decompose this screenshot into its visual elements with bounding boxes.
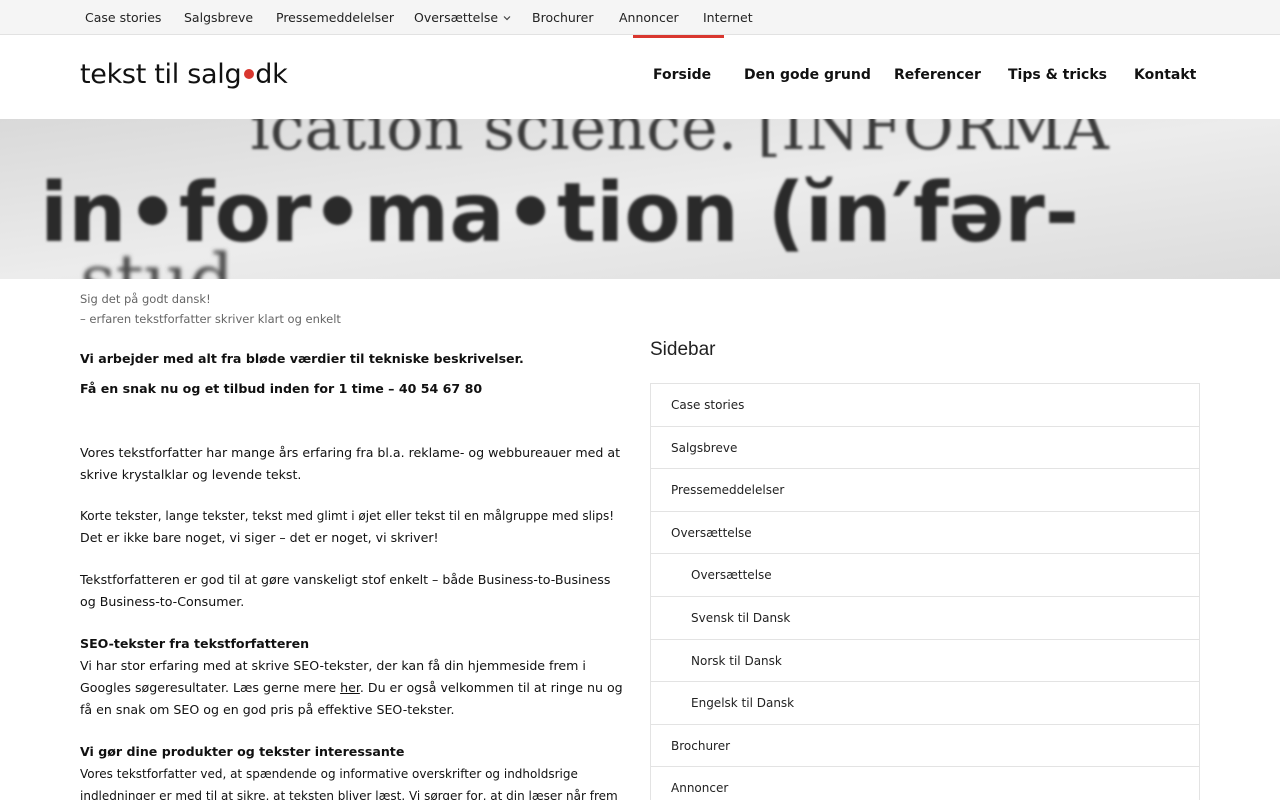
sidebar-item-annoncer[interactable]: Annoncer bbox=[651, 767, 1199, 800]
topbar-link-salgsbreve[interactable]: Salgsbreve bbox=[184, 0, 253, 35]
topbar-link-internet[interactable]: Internet bbox=[703, 0, 753, 35]
sidebar-title: Sidebar bbox=[650, 339, 716, 360]
sidebar-subitem-engelsk-til-dansk[interactable]: Engelsk til Dansk bbox=[651, 682, 1199, 725]
nav-tips-tricks[interactable]: Tips & tricks bbox=[1008, 67, 1107, 83]
products-heading: Vi gør dine produkter og tekster interes… bbox=[80, 744, 405, 759]
logo-dot-icon bbox=[244, 69, 255, 79]
seo-paragraph: Vi har stor erfaring med at skrive SEO-t… bbox=[80, 655, 625, 721]
nav-den-gode-grund[interactable]: Den gode grund bbox=[744, 67, 871, 83]
topbar-link-oversaettelse-label: Oversættelse bbox=[414, 10, 499, 25]
topbar-link-annoncer[interactable]: Annoncer bbox=[619, 0, 679, 35]
site-header: tekst til salg dk Forside Den gode grund … bbox=[0, 35, 1280, 119]
paragraph-experience: Vores tekstforfatter har mange års erfar… bbox=[80, 445, 621, 482]
topbar-link-case-stories[interactable]: Case stories bbox=[85, 0, 161, 35]
topbar-link-pressemeddelelser[interactable]: Pressemeddelelser bbox=[276, 0, 394, 35]
sidebar-item-salgsbreve[interactable]: Salgsbreve bbox=[651, 427, 1199, 470]
hero-line-1: ication science. [INFORMA bbox=[250, 119, 1110, 164]
sidebar-item-brochurer[interactable]: Brochurer bbox=[651, 725, 1199, 768]
logo-text-left: tekst til salg bbox=[80, 59, 242, 90]
chevron-down-icon bbox=[503, 16, 511, 21]
sidebar-subitem-norsk-til-dansk[interactable]: Norsk til Dansk bbox=[651, 640, 1199, 683]
seo-read-more-link[interactable]: her bbox=[340, 680, 360, 695]
nav-referencer[interactable]: Referencer bbox=[894, 67, 981, 83]
nav-forside[interactable]: Forside bbox=[653, 67, 711, 83]
sidebar-subitem-oversaettelse[interactable]: Oversættelse bbox=[651, 554, 1199, 597]
sidebar-menu: Case stories Salgsbreve Pressemeddelelse… bbox=[650, 383, 1200, 800]
intro-line-2: Få en snak nu og et tilbud inden for 1 t… bbox=[80, 381, 483, 396]
sidebar-item-pressemeddelelser[interactable]: Pressemeddelelser bbox=[651, 469, 1199, 512]
products-paragraph: Vores tekstforfatter ved, at spændende o… bbox=[80, 767, 618, 800]
paragraph-not-just-saying: Det er ikke bare noget, vi siger – det e… bbox=[80, 530, 439, 545]
tagline-subtitle: – erfaren tekstforfatter skriver klart o… bbox=[80, 312, 341, 326]
paragraph-b2b-b2c: Tekstforfatteren er god til at gøre vans… bbox=[80, 572, 611, 609]
topbar-link-brochurer[interactable]: Brochurer bbox=[532, 0, 594, 35]
site-logo[interactable]: tekst til salg dk bbox=[80, 59, 288, 90]
paragraph-short-long-texts: Korte tekster, lange tekster, tekst med … bbox=[80, 509, 615, 523]
sidebar-item-case-stories[interactable]: Case stories bbox=[651, 384, 1199, 427]
intro-line-1: Vi arbejder med alt fra bløde værdier ti… bbox=[80, 351, 524, 366]
topbar-dropdown-oversaettelse[interactable]: Oversættelse bbox=[414, 0, 512, 35]
logo-text-right: dk bbox=[255, 59, 288, 90]
hero-dictionary-graphic: ication science. [INFORMA in•for•ma•tion… bbox=[0, 119, 1280, 279]
top-utility-bar: Case stories Salgsbreve Pressemeddelelse… bbox=[0, 0, 1280, 35]
hero-line-3: stud bbox=[80, 239, 234, 279]
sidebar-item-oversaettelse[interactable]: Oversættelse bbox=[651, 512, 1199, 555]
hero-banner-image: ication science. [INFORMA in•for•ma•tion… bbox=[0, 119, 1280, 279]
tagline-title: Sig det på godt dansk! bbox=[80, 292, 211, 306]
active-nav-indicator bbox=[633, 35, 724, 38]
sidebar-subitem-svensk-til-dansk[interactable]: Svensk til Dansk bbox=[651, 597, 1199, 640]
nav-kontakt[interactable]: Kontakt bbox=[1134, 67, 1196, 83]
seo-heading: SEO-tekster fra tekstforfatteren bbox=[80, 636, 310, 651]
